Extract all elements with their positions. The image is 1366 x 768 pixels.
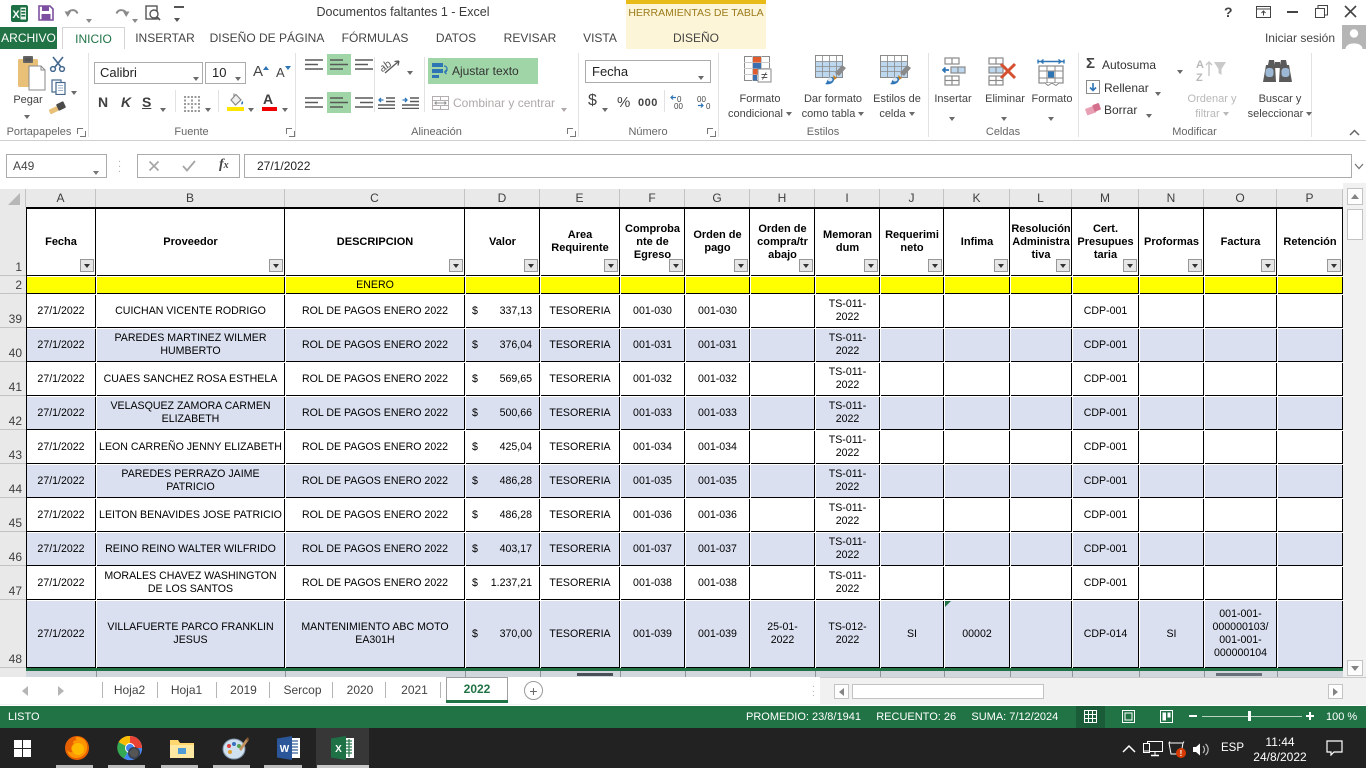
svg-text:X: X xyxy=(12,9,20,21)
svg-text:00: 00 xyxy=(674,102,683,110)
svg-text:0: 0 xyxy=(706,102,711,110)
svg-text:A: A xyxy=(1196,59,1204,71)
svg-text:X: X xyxy=(335,744,342,755)
svg-text:!: ! xyxy=(1180,749,1183,758)
svg-text:≠: ≠ xyxy=(761,69,768,83)
svg-text:Z: Z xyxy=(1196,72,1203,84)
svg-text:W: W xyxy=(280,744,290,755)
